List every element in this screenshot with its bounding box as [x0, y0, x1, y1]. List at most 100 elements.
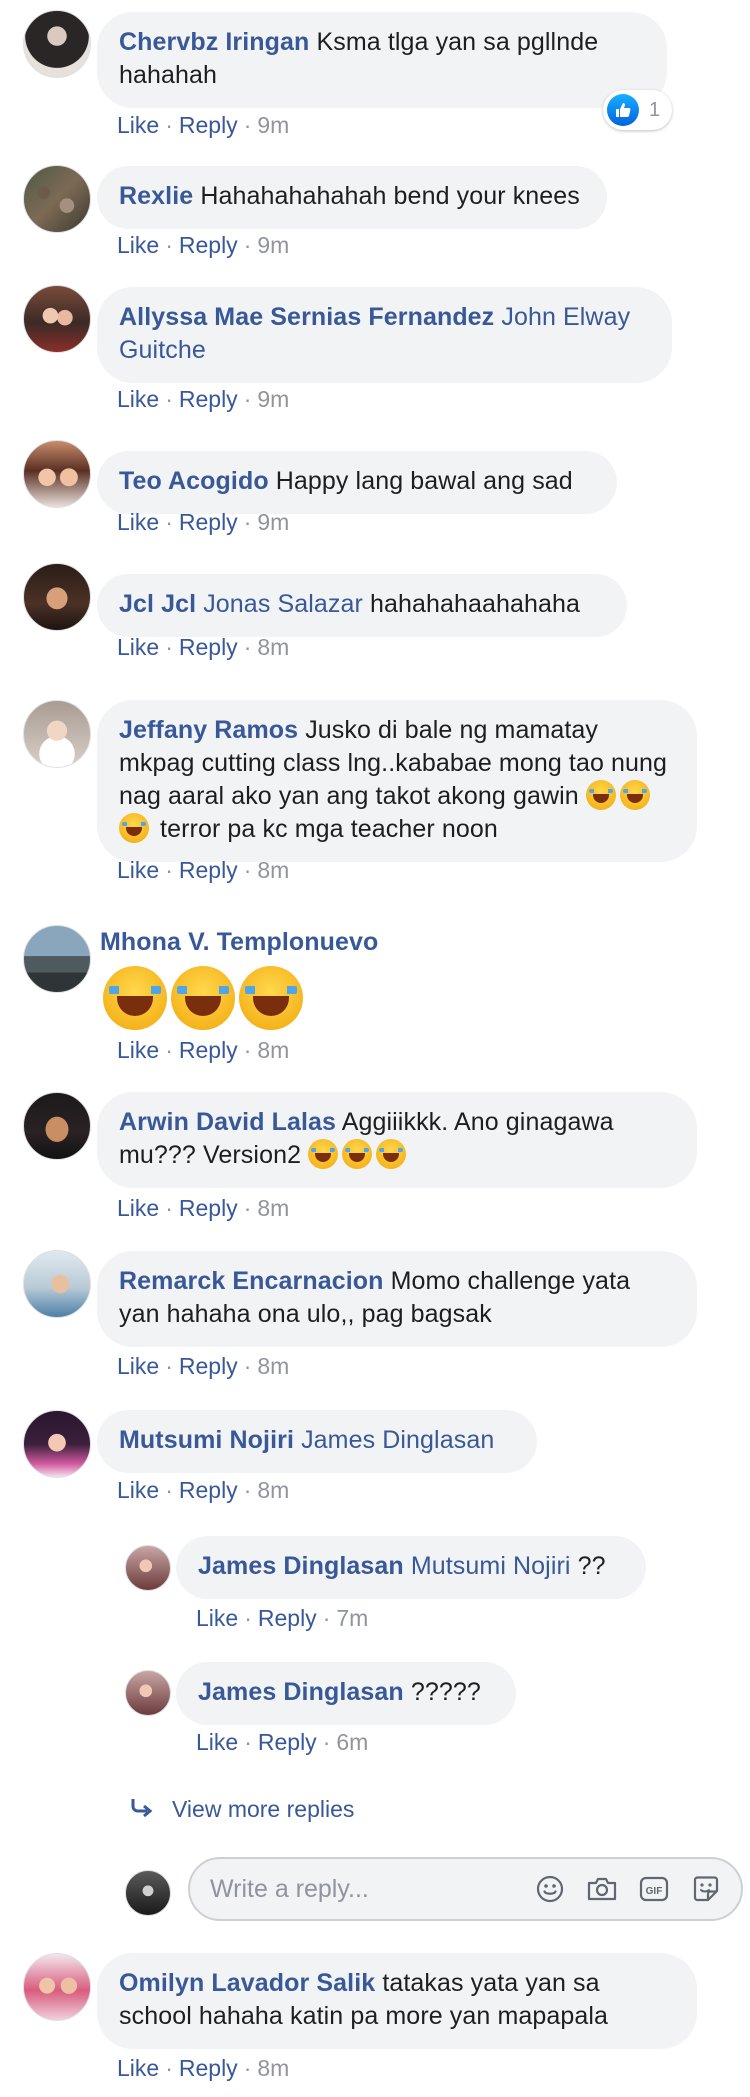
- timestamp[interactable]: 9m: [257, 509, 289, 535]
- comment-mention[interactable]: Jonas Salazar: [203, 590, 363, 618]
- reply-bubble: James Dinglasan Mutsumi Nojiri ??: [176, 1536, 646, 1599]
- like-link[interactable]: Like: [196, 1729, 238, 1755]
- like-link[interactable]: Like: [117, 386, 159, 412]
- avatar[interactable]: [23, 1250, 91, 1318]
- comment-author[interactable]: Mhona V. Templonuevo: [100, 928, 378, 956]
- reply-input[interactable]: Write a reply... GIF: [188, 1857, 743, 1921]
- avatar[interactable]: [23, 1092, 91, 1160]
- timestamp[interactable]: 8m: [257, 2055, 289, 2081]
- reply-link[interactable]: Reply: [179, 112, 238, 138]
- reply-link[interactable]: Reply: [179, 634, 238, 660]
- like-link[interactable]: Like: [117, 857, 159, 883]
- comment-author[interactable]: Teo Acogido: [119, 467, 269, 495]
- avatar[interactable]: [23, 165, 91, 233]
- like-link[interactable]: Like: [117, 1477, 159, 1503]
- avatar[interactable]: [23, 700, 91, 768]
- reply-mention[interactable]: Mutsumi Nojiri: [411, 1552, 571, 1580]
- separator: ·: [165, 1477, 173, 1503]
- comment-author[interactable]: Allyssa Mae Sernias Fernandez: [119, 303, 494, 331]
- separator: ·: [243, 386, 252, 412]
- comment-bubble: Jeffany Ramos Jusko di bale ng mamatay m…: [97, 700, 697, 862]
- timestamp[interactable]: 9m: [257, 386, 289, 412]
- reply-link[interactable]: Reply: [179, 509, 238, 535]
- reaction-count[interactable]: 1: [603, 90, 673, 130]
- timestamp[interactable]: 7m: [336, 1605, 368, 1631]
- reply-link[interactable]: Reply: [179, 232, 238, 258]
- sticker-icon[interactable]: [689, 1872, 723, 1906]
- like-link[interactable]: Like: [117, 634, 159, 660]
- view-more-replies-label[interactable]: View more replies: [172, 1796, 354, 1823]
- timestamp[interactable]: 9m: [257, 232, 289, 258]
- avatar[interactable]: [23, 285, 91, 353]
- reply-link[interactable]: Reply: [179, 1037, 238, 1063]
- comment-author[interactable]: Chervbz Iringan: [119, 28, 309, 56]
- laughing-emoji-icon: [119, 813, 149, 843]
- svg-text:GIF: GIF: [646, 1886, 663, 1897]
- like-link[interactable]: Like: [117, 1037, 159, 1063]
- reply-link[interactable]: Reply: [179, 1195, 238, 1221]
- separator: ·: [243, 1037, 252, 1063]
- avatar[interactable]: [23, 10, 91, 78]
- separator: ·: [165, 1195, 173, 1221]
- reply-author[interactable]: James Dinglasan: [198, 1678, 404, 1706]
- timestamp[interactable]: 8m: [257, 1477, 289, 1503]
- reply-link[interactable]: Reply: [179, 857, 238, 883]
- like-link[interactable]: Like: [117, 2055, 159, 2081]
- avatar[interactable]: [23, 440, 91, 508]
- emoji-row: [103, 966, 307, 1030]
- like-link[interactable]: Like: [117, 509, 159, 535]
- reply-author[interactable]: James Dinglasan: [198, 1552, 404, 1580]
- timestamp[interactable]: 8m: [257, 1195, 289, 1221]
- comment-author[interactable]: Arwin David Lalas: [119, 1108, 336, 1136]
- comment-author[interactable]: Omilyn Lavador Salik: [119, 1969, 375, 1997]
- reply-link[interactable]: Reply: [179, 2055, 238, 2081]
- separator: ·: [243, 1477, 252, 1503]
- separator: ·: [165, 112, 173, 138]
- avatar[interactable]: [23, 1410, 91, 1478]
- like-link[interactable]: Like: [117, 1353, 159, 1379]
- timestamp[interactable]: 9m: [257, 112, 289, 138]
- timestamp[interactable]: 8m: [257, 634, 289, 660]
- timestamp[interactable]: 8m: [257, 857, 289, 883]
- timestamp[interactable]: 8m: [257, 1037, 289, 1063]
- comment-mention[interactable]: James Dinglasan: [301, 1426, 494, 1454]
- reaction-count-value: 1: [649, 98, 661, 121]
- reply-link[interactable]: Reply: [179, 386, 238, 412]
- comment-author[interactable]: Rexlie: [119, 182, 193, 210]
- laughing-emoji-icon: [171, 966, 235, 1030]
- avatar[interactable]: [23, 563, 91, 631]
- comment-bubble: Mhona V. Templonuevo: [100, 926, 660, 959]
- avatar[interactable]: [125, 1545, 171, 1591]
- comment-text: Hahahahahahah bend your knees: [200, 182, 580, 210]
- like-link[interactable]: Like: [196, 1605, 238, 1631]
- view-more-replies-link[interactable]: View more replies: [130, 1796, 354, 1823]
- reply-placeholder: Write a reply...: [210, 1874, 369, 1903]
- comment-author[interactable]: Jeffany Ramos: [119, 716, 298, 744]
- timestamp[interactable]: 8m: [257, 1353, 289, 1379]
- camera-icon[interactable]: [585, 1872, 619, 1906]
- reply-link[interactable]: Reply: [258, 1605, 317, 1631]
- like-link[interactable]: Like: [117, 232, 159, 258]
- separator: ·: [243, 509, 252, 535]
- avatar[interactable]: [23, 925, 91, 993]
- timestamp[interactable]: 6m: [336, 1729, 368, 1755]
- avatar[interactable]: [125, 1670, 171, 1716]
- avatar[interactable]: [23, 1953, 91, 2021]
- reply-link[interactable]: Reply: [179, 1353, 238, 1379]
- like-link[interactable]: Like: [117, 112, 159, 138]
- emoji-icon[interactable]: [533, 1872, 567, 1906]
- comment-feed: Chervbz Iringan Ksma tlga yan sa pgllnde…: [0, 0, 750, 2097]
- separator: ·: [165, 1037, 173, 1063]
- reply-link[interactable]: Reply: [258, 1729, 317, 1755]
- reply-link[interactable]: Reply: [179, 1477, 238, 1503]
- gif-icon[interactable]: GIF: [637, 1872, 671, 1906]
- comment-author[interactable]: Jcl Jcl: [119, 590, 196, 618]
- reply-bubble: James Dinglasan ?????: [176, 1662, 516, 1725]
- like-link[interactable]: Like: [117, 1195, 159, 1221]
- laughing-emoji-icon: [342, 1139, 373, 1169]
- separator: ·: [165, 509, 173, 535]
- comment-author[interactable]: Remarck Encarnacion: [119, 1267, 384, 1295]
- separator: ·: [322, 1605, 331, 1631]
- comment-author[interactable]: Mutsumi Nojiri: [119, 1426, 294, 1454]
- reply-arrow-icon: [130, 1796, 154, 1823]
